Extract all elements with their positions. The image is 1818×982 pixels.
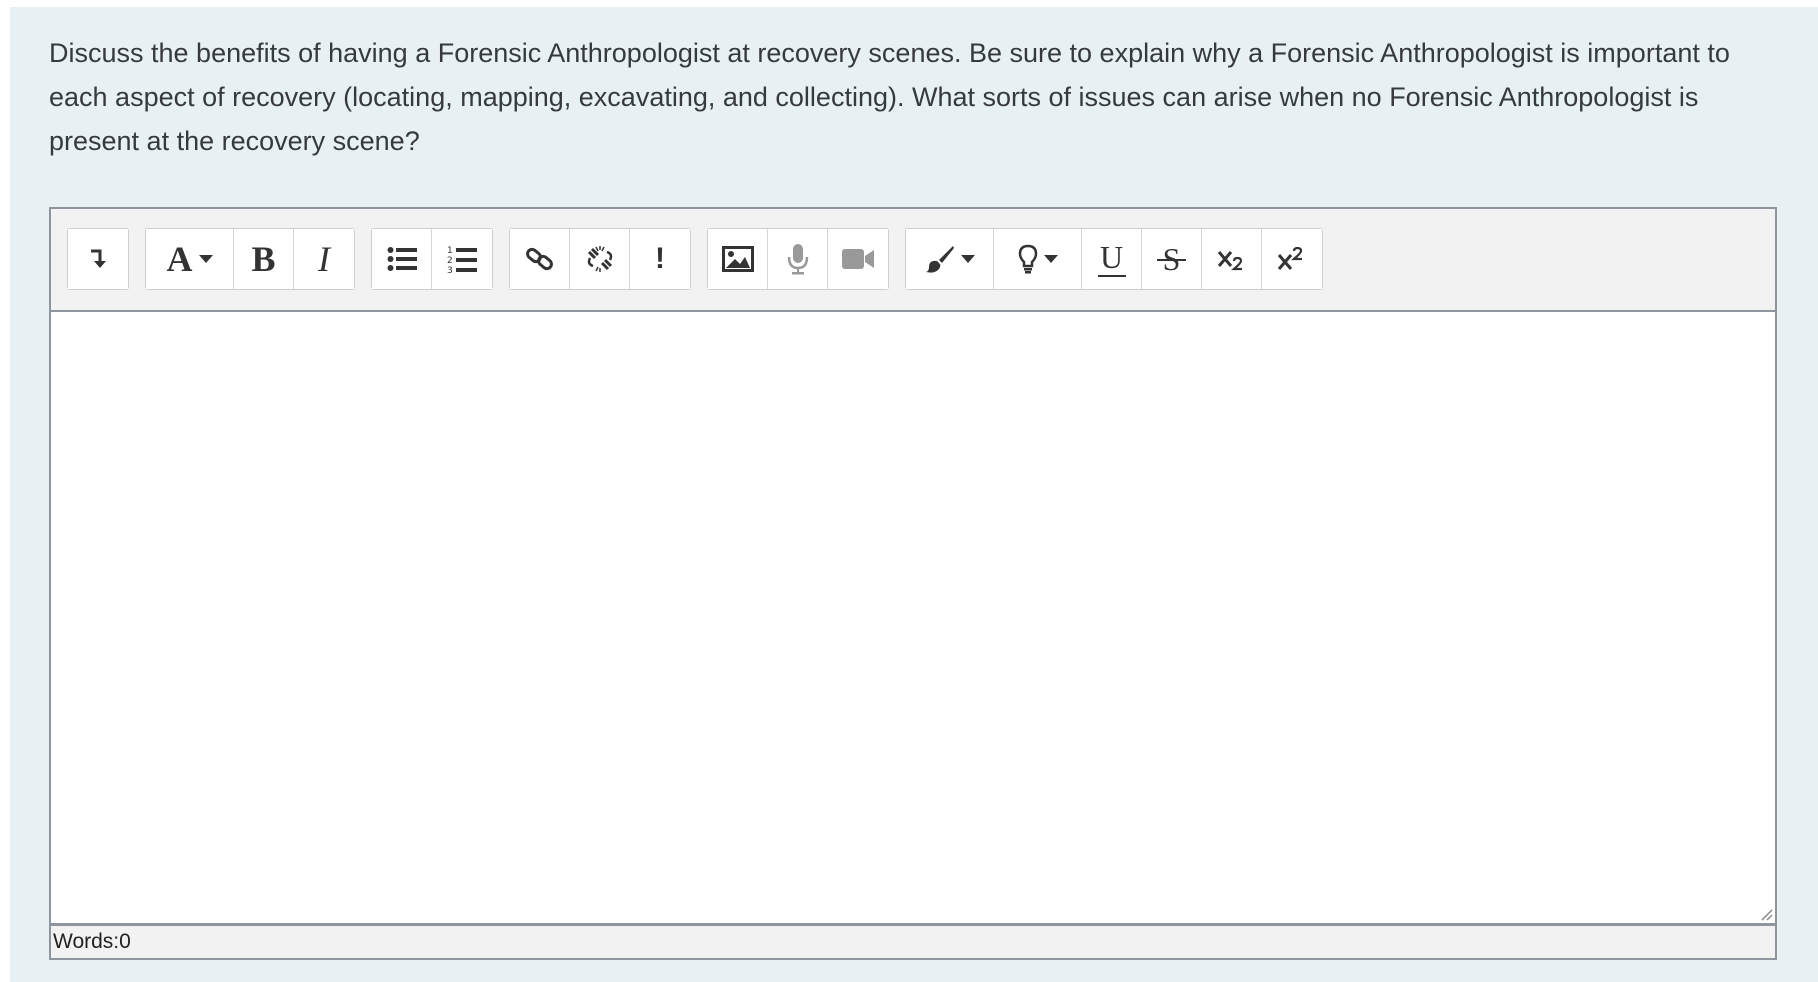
- toolbar-group-text: A B I: [145, 228, 355, 290]
- underline-glyph: U: [1099, 238, 1124, 275]
- ordered-list-button[interactable]: 1 2 3: [432, 229, 492, 289]
- exclamation-icon: !: [655, 242, 665, 275]
- special-character-button[interactable]: !: [630, 229, 690, 289]
- toolbar-group-lists: 1 2 3: [371, 228, 493, 290]
- subscript-icon: [1217, 247, 1247, 271]
- unlink-icon: [585, 244, 615, 274]
- strike-bar: [1156, 259, 1187, 261]
- word-count-value: 0: [119, 930, 131, 953]
- toolbar-group-format: U S: [905, 228, 1323, 290]
- word-count-bar: Words:0: [51, 923, 1775, 958]
- insert-image-button[interactable]: [708, 229, 768, 289]
- toolbar-group-links: !: [509, 228, 691, 290]
- strikethrough-button[interactable]: S: [1142, 229, 1202, 289]
- font-style-button[interactable]: A: [146, 229, 234, 289]
- italic-button[interactable]: I: [294, 229, 354, 289]
- underline-bar: [1097, 274, 1126, 277]
- link-icon: [525, 244, 555, 274]
- resize-handle-icon[interactable]: [1759, 907, 1773, 921]
- svg-text:3: 3: [447, 266, 453, 274]
- record-audio-button[interactable]: [768, 229, 828, 289]
- font-style-icon: A: [167, 238, 213, 280]
- image-icon: [721, 246, 754, 272]
- lightbulb-icon: [1018, 244, 1038, 274]
- underline-icon: U: [1097, 238, 1126, 277]
- record-video-button[interactable]: [828, 229, 888, 289]
- paintbrush-icon: [925, 245, 955, 273]
- svg-text:1: 1: [447, 246, 453, 256]
- toolbar-group-toggle: [67, 228, 129, 290]
- toolbar-group-media: [707, 228, 889, 290]
- font-glyph: A: [166, 239, 193, 279]
- video-camera-icon: [841, 247, 875, 271]
- word-count-label: Words:: [53, 930, 120, 953]
- question-text: Discuss the benefits of having a Forensi…: [49, 38, 1730, 156]
- caret-down-icon: [1043, 255, 1058, 263]
- unlink-button[interactable]: [570, 229, 630, 289]
- superscript-button[interactable]: [1262, 229, 1322, 289]
- text-color-button[interactable]: [906, 229, 994, 289]
- question-card: Discuss the benefits of having a Forensi…: [10, 7, 1818, 982]
- caret-down-icon: [198, 255, 213, 263]
- highlight-dropdown: [1018, 244, 1058, 274]
- unordered-list-button[interactable]: [372, 229, 432, 289]
- answer-input[interactable]: [51, 312, 1775, 923]
- link-button[interactable]: [510, 229, 570, 289]
- superscript-icon: [1277, 247, 1307, 271]
- caret-down-icon: [960, 255, 975, 263]
- unordered-list-icon: [387, 246, 417, 272]
- show-more-buttons-button[interactable]: [68, 229, 128, 289]
- bold-icon: B: [251, 239, 276, 279]
- italic-icon: I: [318, 239, 330, 279]
- microphone-icon: [787, 243, 809, 275]
- text-color-dropdown: [925, 245, 975, 273]
- underline-button[interactable]: U: [1082, 229, 1142, 289]
- subscript-button[interactable]: [1202, 229, 1262, 289]
- bold-button[interactable]: B: [234, 229, 294, 289]
- text-editor: A B I 1 2 3 ! U Words:0: [49, 207, 1777, 960]
- strikethrough-icon: S: [1156, 241, 1187, 278]
- editor-toolbar: A B I 1 2 3 ! U: [51, 209, 1775, 312]
- svg-text:2: 2: [447, 256, 453, 266]
- arrow-down-right-icon: [87, 247, 109, 271]
- highlight-button[interactable]: [994, 229, 1082, 289]
- ordered-list-icon: 1 2 3: [447, 244, 477, 274]
